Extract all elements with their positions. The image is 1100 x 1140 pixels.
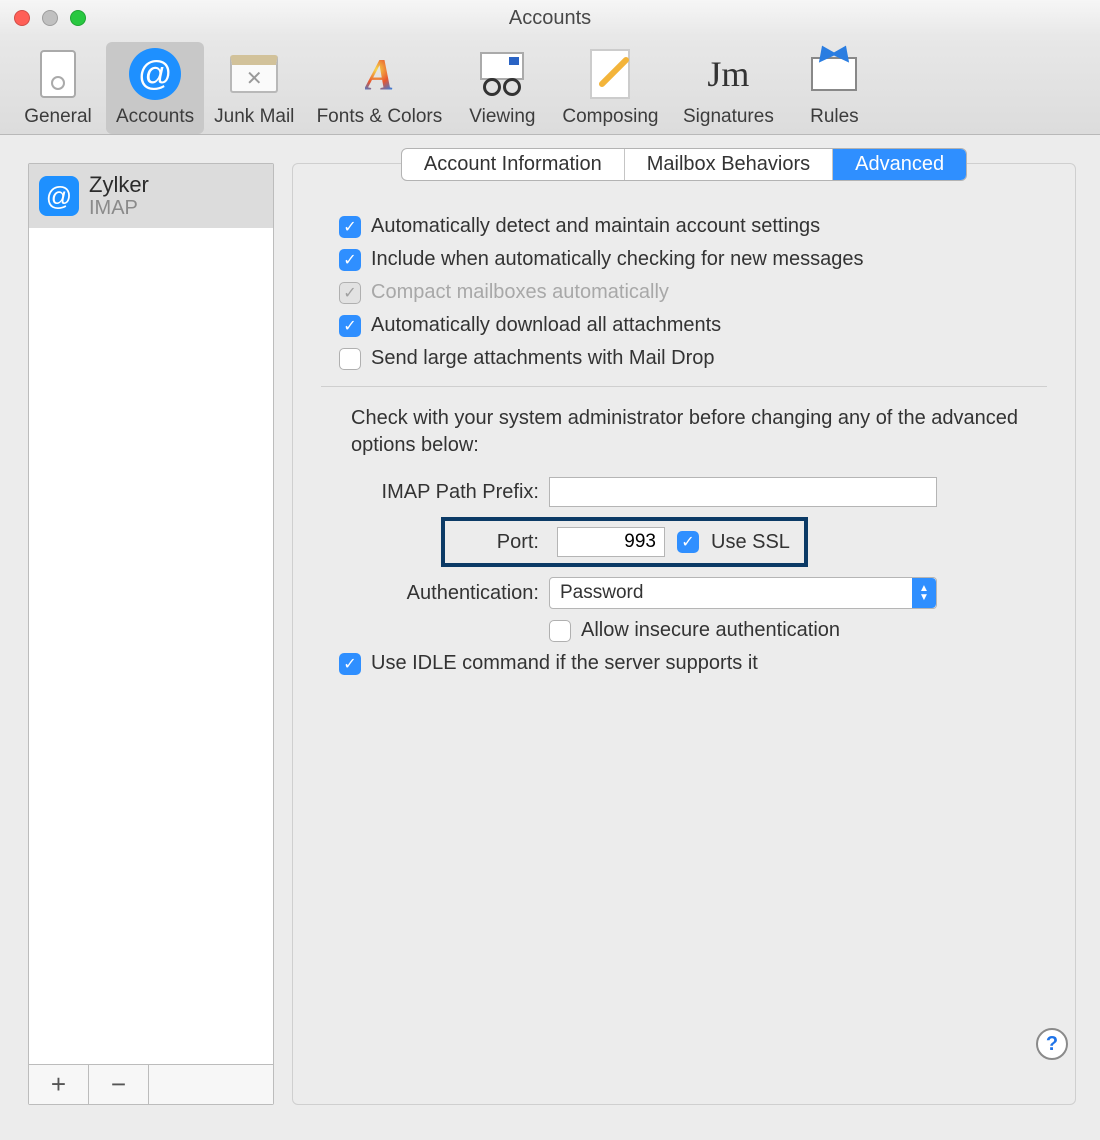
settings-panel: Account Information Mailbox Behaviors Ad… [292,163,1076,1105]
account-type: IMAP [89,197,149,220]
include-check-checkbox[interactable]: ✓ [339,249,361,271]
allow-insecure-checkbox[interactable] [549,620,571,642]
auto-detect-checkbox[interactable]: ✓ [339,216,361,238]
toolbar-label: Composing [562,106,658,128]
port-input[interactable] [557,527,665,557]
toolbar-signatures[interactable]: Jm Signatures [670,42,786,134]
switch-icon [40,50,76,98]
settings-tabs: Account Information Mailbox Behaviors Ad… [401,148,967,181]
tab-mailbox-behaviors[interactable]: Mailbox Behaviors [625,149,833,180]
at-icon: @ [129,48,181,100]
viewing-icon [474,52,530,96]
port-label: Port: [451,531,545,554]
toolbar-label: Junk Mail [214,106,294,128]
remove-account-button[interactable]: − [89,1065,149,1104]
compact-label: Compact mailboxes automatically [371,281,669,304]
fonts-icon: A [365,49,394,100]
pencil-icon [590,49,630,99]
sidebar-empty-area [29,228,273,1064]
toolbar-general[interactable]: General [10,42,106,134]
rules-icon [811,57,857,91]
help-button[interactable]: ? [1036,1028,1068,1060]
authentication-value: Password [560,582,643,604]
sidebar-footer-spacer [149,1065,273,1104]
allow-insecure-label: Allow insecure authentication [581,619,840,642]
authentication-label: Authentication: [321,582,549,605]
preferences-toolbar: General @ Accounts Junk Mail A Fonts & C… [0,36,1100,135]
toolbar-label: General [24,106,92,128]
toolbar-fonts-colors[interactable]: A Fonts & Colors [304,42,454,134]
toolbar-junk-mail[interactable]: Junk Mail [204,42,304,134]
toolbar-accounts[interactable]: @ Accounts [106,42,204,134]
imap-prefix-label: IMAP Path Prefix: [321,481,549,504]
titlebar: Accounts [0,0,1100,36]
include-check-label: Include when automatically checking for … [371,248,863,271]
authentication-select[interactable]: Password ▲▼ [549,577,937,609]
signature-icon: Jm [707,53,749,95]
window-title: Accounts [0,7,1100,30]
imap-prefix-input[interactable] [549,477,937,507]
tab-account-information[interactable]: Account Information [402,149,625,180]
use-idle-checkbox[interactable]: ✓ [339,653,361,675]
toolbar-label: Rules [810,106,859,128]
use-idle-label: Use IDLE command if the server supports … [371,652,758,675]
auto-download-checkbox[interactable]: ✓ [339,315,361,337]
mail-drop-checkbox[interactable] [339,348,361,370]
toolbar-label: Viewing [469,106,535,128]
toolbar-viewing[interactable]: Viewing [454,42,550,134]
mail-drop-label: Send large attachments with Mail Drop [371,347,715,370]
chevron-updown-icon: ▲▼ [912,578,936,608]
imap-prefix-row: IMAP Path Prefix: [321,477,1047,507]
toolbar-composing[interactable]: Composing [550,42,670,134]
use-ssl-label: Use SSL [711,531,790,554]
toolbar-rules[interactable]: Rules [786,42,882,134]
tab-advanced[interactable]: Advanced [833,149,966,180]
toolbar-label: Accounts [116,106,194,128]
account-row[interactable]: @ Zylker IMAP [29,164,273,228]
at-icon: @ [39,176,79,216]
divider [321,386,1047,387]
account-name: Zylker [89,172,149,197]
accounts-sidebar: @ Zylker IMAP + − [28,163,274,1105]
auto-detect-label: Automatically detect and maintain accoun… [371,215,820,238]
use-ssl-checkbox[interactable]: ✓ [677,531,699,553]
toolbar-label: Signatures [683,106,774,128]
advanced-note: Check with your system administrator bef… [351,405,1027,459]
authentication-row: Authentication: Password ▲▼ [321,577,1047,609]
sidebar-footer: + − [29,1064,273,1104]
port-highlight-box: Port: ✓ Use SSL [441,517,808,567]
toolbar-label: Fonts & Colors [317,106,443,128]
auto-download-label: Automatically download all attachments [371,314,721,337]
add-account-button[interactable]: + [29,1065,89,1104]
compact-checkbox: ✓ [339,282,361,304]
junk-icon [230,55,278,93]
